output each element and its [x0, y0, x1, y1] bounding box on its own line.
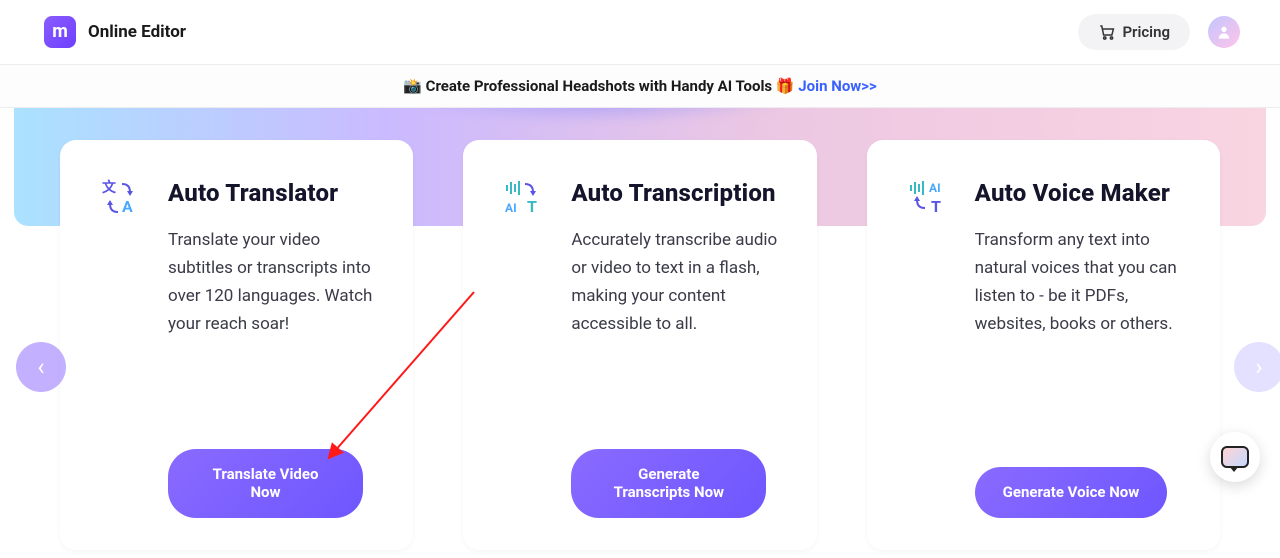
card-title: Auto Voice Maker	[975, 178, 1182, 208]
generate-transcripts-button[interactable]: Generate Transcripts Now	[571, 449, 766, 519]
voice-maker-icon: AI T	[905, 178, 949, 222]
svg-text:AI: AI	[505, 201, 517, 215]
card-auto-voice-maker: AI T Auto Voice Maker Transform any text…	[867, 140, 1220, 550]
card-title: Auto Translator	[168, 178, 375, 208]
logo-wrap[interactable]: m Online Editor	[44, 16, 186, 48]
logo-icon: m	[44, 16, 76, 48]
card-body: Auto Translator Translate your video sub…	[168, 178, 375, 518]
card-auto-translator: 文 A Auto Translator Translate your video…	[60, 140, 413, 550]
card-desc: Translate your video subtitles or transc…	[168, 226, 375, 338]
svg-text:T: T	[527, 197, 537, 216]
card-body: Auto Voice Maker Transform any text into…	[975, 178, 1182, 518]
chat-icon	[1221, 446, 1249, 468]
banner-emoji-right: 🎁	[776, 77, 795, 95]
translate-video-button[interactable]: Translate Video Now	[168, 449, 363, 519]
generate-voice-button[interactable]: Generate Voice Now	[975, 467, 1168, 518]
carousel-prev-button[interactable]: ‹	[16, 342, 66, 392]
promo-banner: 📸 Create Professional Headshots with Han…	[0, 64, 1280, 108]
cards-row: 文 A Auto Translator Translate your video…	[0, 140, 1280, 550]
logo-letter: m	[52, 21, 68, 42]
avatar-button[interactable]	[1208, 16, 1240, 48]
pricing-label: Pricing	[1122, 23, 1170, 41]
svg-text:T: T	[931, 197, 941, 216]
card-body: Auto Transcription Accurately transcribe…	[571, 178, 778, 518]
svg-text:A: A	[122, 197, 133, 216]
top-header: m Online Editor Pricing	[0, 0, 1280, 64]
chat-widget-button[interactable]	[1210, 432, 1260, 482]
chevron-left-icon: ‹	[37, 353, 44, 381]
cart-icon	[1098, 23, 1116, 41]
banner-link[interactable]: Join Now>>	[798, 77, 877, 95]
card-auto-transcription: AI T Auto Transcription Accurately trans…	[463, 140, 816, 550]
svg-text:文: 文	[102, 179, 117, 196]
pricing-button[interactable]: Pricing	[1078, 14, 1190, 50]
chevron-right-icon: ›	[1255, 353, 1262, 381]
card-desc: Transform any text into natural voices t…	[975, 226, 1182, 338]
transcription-icon: AI T	[501, 178, 545, 222]
user-icon	[1216, 24, 1232, 40]
card-desc: Accurately transcribe audio or video to …	[571, 226, 778, 338]
banner-emoji-left: 📸	[403, 77, 422, 95]
svg-text:AI: AI	[929, 181, 941, 195]
card-title: Auto Transcription	[571, 178, 778, 208]
banner-text: Create Professional Headshots with Handy…	[426, 77, 773, 95]
translator-icon: 文 A	[98, 178, 142, 222]
app-title: Online Editor	[88, 22, 186, 42]
carousel-next-button[interactable]: ›	[1234, 342, 1280, 392]
header-right: Pricing	[1078, 14, 1240, 50]
